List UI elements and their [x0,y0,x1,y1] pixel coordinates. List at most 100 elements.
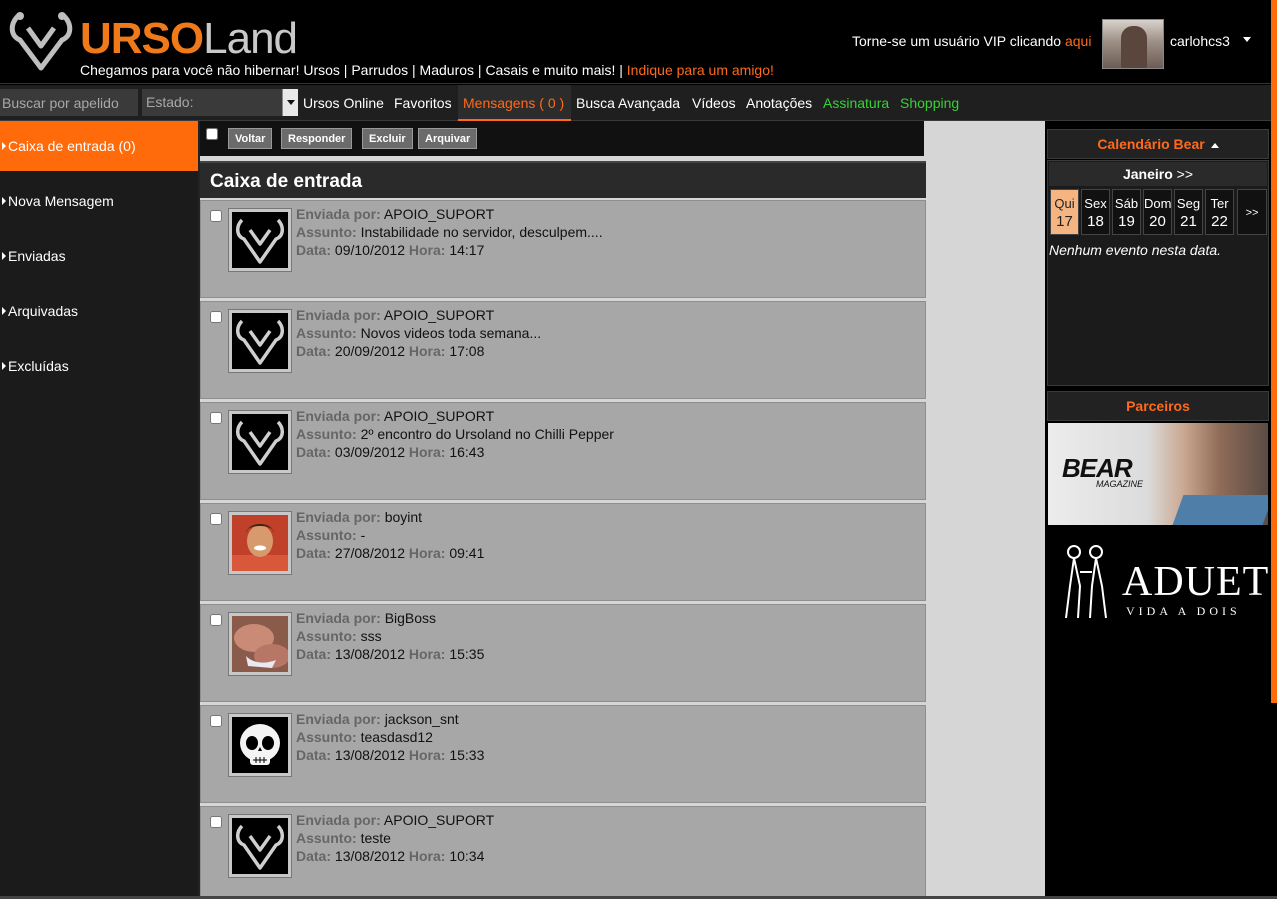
select-all-checkbox[interactable] [206,128,218,140]
message-sender: jackson_snt [384,711,459,727]
day-number: 18 [1087,213,1104,230]
nav-mensagens[interactable]: Mensagens ( 0 ) [463,95,564,111]
nav-anotacoes[interactable]: Anotações [746,95,812,111]
message-checkbox[interactable] [210,513,222,525]
vip-link[interactable]: aqui [1065,33,1091,49]
month-next-link[interactable]: >> [1177,166,1193,182]
ursoland-logo-icon [236,824,284,870]
from-label: Enviada por: [296,812,381,828]
page: URSOLand Chegamos para você não hibernar… [0,0,1277,899]
sidebar-item-excluidas[interactable]: Excluídas [0,341,198,391]
date-label: Data: [296,545,332,561]
calendar-day[interactable]: Qui 17 [1050,189,1079,235]
message-row[interactable]: Enviada por: boyint Assunto: - Data: 27/08… [200,503,926,601]
sender-avatar[interactable] [228,410,292,474]
tagline-text: Chegamos para você não hibernar! Ursos |… [80,62,627,78]
tagline: Chegamos para você não hibernar! Ursos |… [80,62,774,78]
calendar-day[interactable]: Dom 20 [1143,189,1172,235]
message-row[interactable]: Enviada por: APOIO_SUPORT Assunto: 2º enc… [200,402,926,500]
message-checkbox[interactable] [210,614,222,626]
message-time: 17:08 [449,343,485,359]
arquivar-button[interactable]: Arquivar [418,128,478,149]
day-name: Sáb [1114,196,1139,211]
days-next-button[interactable]: >> [1237,189,1267,235]
nav-busca-avancada[interactable]: Busca Avançada [576,95,680,111]
sender-avatar[interactable] [228,511,292,575]
message-row[interactable]: Enviada por: APOIO_SUPORT Assunto: teste D… [200,806,926,899]
vip-text: Torne-se um usuário VIP clicando [852,33,1065,49]
ursoland-logo-icon [236,218,284,264]
sidebar-item-enviadas[interactable]: Enviadas [0,231,198,281]
day-number: 21 [1180,213,1197,230]
nav-ursos-online[interactable]: Ursos Online [303,95,384,111]
voltar-button[interactable]: Voltar [228,128,273,149]
sidebar-item-arquivadas[interactable]: Arquivadas [0,286,198,336]
message-from-line: Enviada por: APOIO_SUPORT [296,811,494,829]
date-label: Data: [296,646,332,662]
date-label: Data: [296,848,332,864]
user-avatar[interactable] [1102,19,1164,69]
message-row[interactable]: Enviada por: APOIO_SUPORT Assunto: Novos … [200,301,926,399]
responder-button[interactable]: Responder [281,128,353,149]
message-row[interactable]: Enviada por: BigBoss Assunto: sss Data: 13… [200,604,926,702]
from-label: Enviada por: [296,509,381,525]
state-select[interactable]: Estado: [142,89,298,116]
calendar-day[interactable]: Sex 18 [1081,189,1110,235]
message-time: 14:17 [449,242,485,258]
day-name: Ter [1210,196,1229,211]
message-checkbox[interactable] [210,715,222,727]
no-event-text: Nenhum evento nesta data. [1049,242,1222,258]
bear-magazine-ad[interactable]: BEAR MAGAZINE [1048,423,1268,525]
excluir-button[interactable]: Excluir [362,128,413,149]
sender-avatar[interactable] [228,208,292,272]
nav-favoritos[interactable]: Favoritos [394,95,452,111]
from-label: Enviada por: [296,206,381,222]
sender-avatar[interactable] [228,309,292,373]
user-photo [232,616,288,672]
search-input[interactable] [0,89,138,116]
message-row[interactable]: Enviada por: APOIO_SUPORT Assunto: Instab… [200,200,926,298]
sidebar-item-nova-mensagem[interactable]: Nova Mensagem [0,176,198,226]
chevron-down-icon[interactable] [282,89,298,116]
page-title: Caixa de entrada [200,161,926,198]
message-checkbox[interactable] [210,412,222,424]
sender-avatar[interactable] [228,713,292,777]
time-label: Hora: [408,848,446,864]
message-subject-line: Assunto: teasdasd12 [296,728,484,746]
message-checkbox[interactable] [210,816,222,828]
message-sender: BigBoss [384,610,437,626]
message-details: Enviada por: APOIO_SUPORT Assunto: 2º enc… [296,407,614,461]
main-nav: Estado: Ursos Online Favoritos Mensagens… [0,85,1277,121]
user-menu-caret-icon[interactable] [1243,37,1251,42]
message-checkbox[interactable] [210,311,222,323]
message-row[interactable]: Enviada por: jackson_snt Assunto: teasdas… [200,705,926,803]
calendar-day[interactable]: Ter 22 [1205,189,1234,235]
calendar-header[interactable]: Calendário Bear [1047,129,1269,159]
aduet-ad[interactable]: ADUET VIDA A DOIS [1048,530,1268,630]
message-details: Enviada por: jackson_snt Assunto: teasdas… [296,710,484,764]
nav-shopping[interactable]: Shopping [900,95,959,111]
indique-link[interactable]: Indique para um amigo! [627,62,774,78]
calendar-day[interactable]: Seg 21 [1174,189,1203,235]
message-date-line: Data: 13/08/2012 Hora: 15:33 [296,746,484,764]
sidebar-item-caixa-de-entrada[interactable]: Caixa de entrada (0) [0,121,198,171]
date-label: Data: [296,343,332,359]
day-number: 19 [1118,213,1135,230]
month-label: Janeiro [1122,166,1173,182]
bear-ad-sub: MAGAZINE [1096,479,1144,489]
sender-avatar[interactable] [228,814,292,878]
message-date: 13/08/2012 [334,747,405,763]
nav-videos[interactable]: Vídeos [692,95,736,111]
calendar-day[interactable]: Sáb 19 [1112,189,1141,235]
site-logo[interactable]: URSOLand [80,14,298,64]
bear-logo-icon[interactable] [6,6,76,76]
nav-assinatura[interactable]: Assinatura [823,95,889,111]
message-sender: boyint [384,509,423,525]
message-subject: sss [360,628,382,644]
message-time: 15:33 [449,747,485,763]
page-scrollbar[interactable] [1271,0,1277,703]
message-checkbox[interactable] [210,210,222,222]
message-subject: 2º encontro do Ursoland no Chilli Pepper [360,426,614,442]
username[interactable]: carlohcs3 [1170,33,1230,49]
sender-avatar[interactable] [228,612,292,676]
